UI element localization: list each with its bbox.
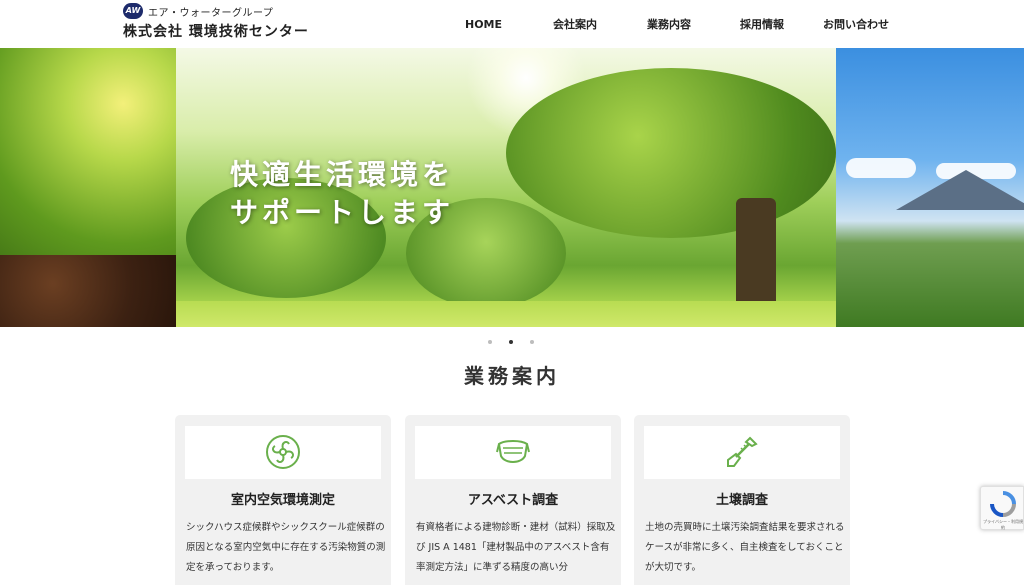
service-card-soil[interactable]: 土壌調査 土地の売買時に土壌汚染調査結果を要求されるケースが非常に多く、自主検査…	[634, 415, 850, 585]
card-title: アスベスト調査	[467, 493, 559, 508]
site-header: AW エア・ウォーターグループ 株式会社 環境技術センター HOME 会社案内 …	[0, 0, 1024, 48]
slider-dot-1[interactable]	[488, 340, 492, 344]
slider-dot-3[interactable]	[530, 340, 534, 344]
card-title: 室内空気環境測定	[230, 493, 335, 508]
nav-company[interactable]: 会社案内	[553, 16, 597, 32]
card-description: シックハウス症候群やシックスクール症候群の原因となる室内空気中に存在する汚染物質…	[186, 522, 386, 573]
service-card-air[interactable]: 室内空気環境測定 シックハウス症候群やシックスクール症候群の原因となる室内空気中…	[175, 415, 391, 585]
card-description: 有資格者による建物診断・建材（試料）採取及び JIS A 1481「建材製品中の…	[416, 522, 616, 573]
nav-contact[interactable]: お問い合わせ	[823, 16, 889, 32]
mountain-graphic	[896, 170, 1024, 210]
shovel-icon	[727, 436, 758, 467]
recaptcha-badge[interactable]: プライバシー・利用規約	[980, 486, 1024, 530]
card-icon-box	[644, 426, 840, 479]
group-name: エア・ウォーターグループ	[148, 7, 274, 19]
brand[interactable]: AW エア・ウォーターグループ 株式会社 環境技術センター	[123, 3, 309, 41]
tree-trunk	[736, 198, 776, 308]
hero-line-2: サポートします	[230, 196, 455, 229]
slide-soil-image	[0, 48, 176, 327]
slide-landscape-image	[836, 48, 1024, 327]
company-name: 株式会社 環境技術センター	[123, 24, 309, 40]
grass-field	[176, 301, 836, 327]
service-card-asbestos[interactable]: アスベスト調査 有資格者による建物診断・建材（試料）採取及び JIS A 148…	[405, 415, 621, 585]
slider-dots	[488, 340, 551, 344]
tree-canopy	[506, 68, 836, 238]
section-title: 業務案内	[464, 364, 560, 388]
slide-tree-image: 快適生活環境を サポートします	[176, 48, 836, 327]
card-description: 土地の売買時に土壌汚染調査結果を要求されるケースが非常に多く、自主検査をしておく…	[645, 522, 845, 573]
hero-line-1: 快適生活環境を	[230, 158, 455, 191]
hero-slider[interactable]: 快適生活環境を サポートします	[0, 48, 1024, 327]
recaptcha-icon	[990, 491, 1016, 517]
nav-home[interactable]: HOME	[465, 18, 502, 31]
card-icon-box	[415, 426, 611, 479]
card-icon-box	[185, 426, 381, 479]
card-title: 土壌調査	[715, 493, 768, 508]
nav-recruit[interactable]: 採用情報	[740, 16, 784, 32]
hero-headline: 快適生活環境を サポートします	[230, 156, 454, 232]
company-logo: AW	[123, 3, 143, 19]
fan-icon	[266, 435, 300, 469]
slider-dot-2[interactable]	[509, 340, 513, 344]
nav-services[interactable]: 業務内容	[647, 16, 691, 32]
recaptcha-text: プライバシー・利用規約	[983, 519, 1023, 530]
soil-graphic	[0, 255, 176, 327]
mask-icon	[496, 440, 530, 463]
